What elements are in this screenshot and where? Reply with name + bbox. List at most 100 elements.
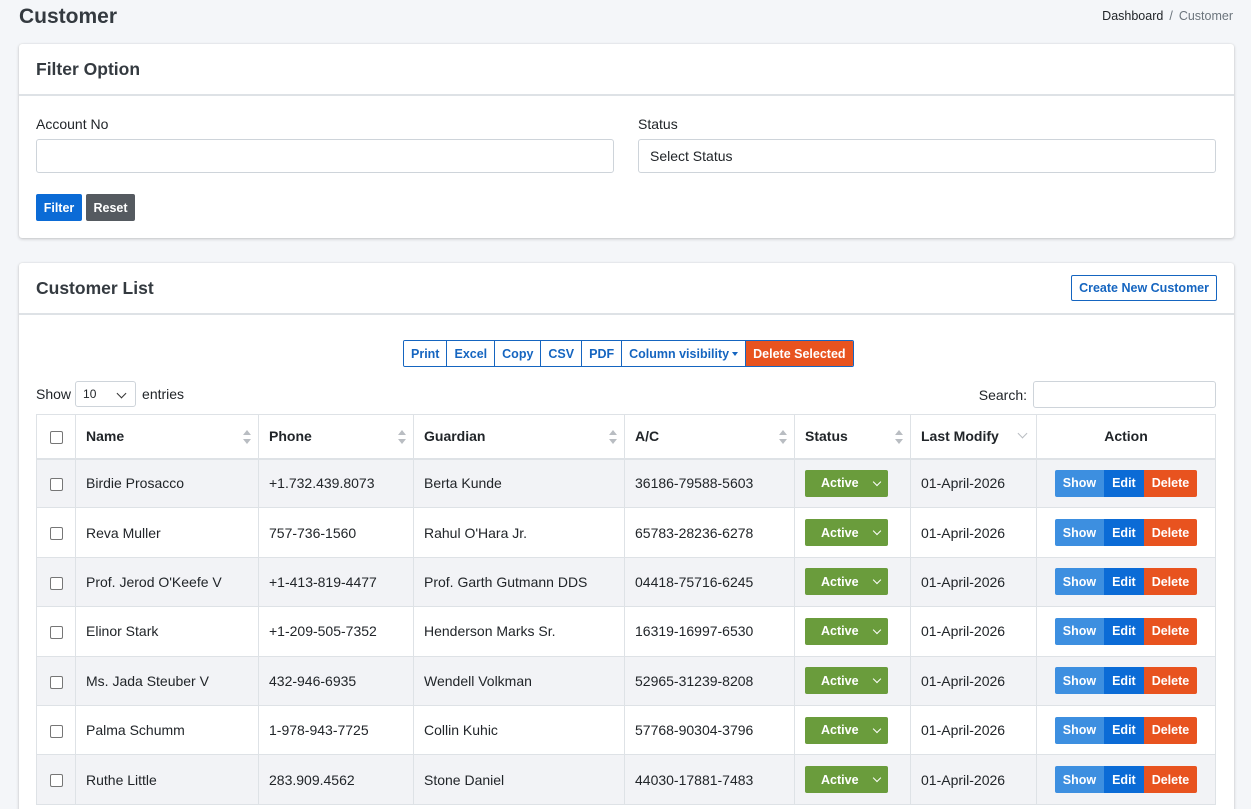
- cell-name: Reva Muller: [75, 507, 259, 558]
- cell-name: Ms. Jada Steuber V: [75, 655, 259, 706]
- cell-last-modify: 01-April-2026: [910, 457, 1037, 509]
- table-row: Ruthe Little 283.909.4562 Stone Daniel 4…: [36, 754, 1216, 805]
- status-label: Status: [638, 116, 678, 132]
- cell-name: Elinor Stark: [75, 606, 259, 657]
- row-checkbox[interactable]: [49, 527, 63, 541]
- select-all-checkbox[interactable]: [49, 431, 63, 445]
- show-button[interactable]: Show: [1054, 519, 1105, 547]
- column-status-label: Status: [805, 428, 848, 445]
- status-value: Active: [821, 673, 859, 688]
- cell-action: Show Edit Delete: [1036, 507, 1216, 558]
- sort-icon: [779, 430, 787, 444]
- column-last-modify-label: Last Modify: [921, 428, 999, 445]
- chevron-down-icon: [872, 724, 882, 733]
- cell-action: Show Edit Delete: [1036, 754, 1216, 805]
- row-checkbox[interactable]: [49, 774, 63, 788]
- edit-button[interactable]: Edit: [1104, 469, 1144, 497]
- breadcrumb-home-link[interactable]: Dashboard: [1102, 9, 1163, 23]
- row-select-cell: [36, 606, 76, 657]
- copy-button[interactable]: Copy: [495, 341, 542, 366]
- column-header-name[interactable]: Name: [75, 414, 259, 460]
- row-checkbox[interactable]: [49, 675, 63, 689]
- csv-button[interactable]: CSV: [541, 341, 583, 366]
- row-checkbox[interactable]: [49, 576, 63, 590]
- cell-action: Show Edit Delete: [1036, 704, 1216, 756]
- row-checkbox[interactable]: [49, 724, 63, 738]
- search-input[interactable]: [1033, 381, 1216, 408]
- page-length-select[interactable]: 10: [75, 381, 137, 407]
- status-dropdown[interactable]: Active: [805, 716, 888, 744]
- show-button[interactable]: Show: [1054, 766, 1105, 794]
- column-header-guardian[interactable]: Guardian: [413, 414, 625, 460]
- cell-phone: +1-413-819-4477: [258, 556, 414, 608]
- filter-card-title: Filter Option: [36, 58, 141, 79]
- edit-button[interactable]: Edit: [1104, 568, 1144, 596]
- print-button[interactable]: Print: [404, 341, 448, 366]
- row-checkbox[interactable]: [49, 478, 63, 492]
- delete-button[interactable]: Delete: [1143, 716, 1198, 744]
- show-button[interactable]: Show: [1054, 469, 1105, 497]
- show-button[interactable]: Show: [1054, 667, 1105, 695]
- cell-action: Show Edit Delete: [1036, 556, 1216, 608]
- table-body: Birdie Prosacco +1.732.439.8073 Berta Ku…: [36, 457, 1216, 805]
- page-title: Customer: [19, 5, 118, 28]
- edit-button[interactable]: Edit: [1104, 667, 1144, 695]
- column-header-phone[interactable]: Phone: [258, 414, 414, 460]
- row-checkbox[interactable]: [49, 626, 63, 640]
- edit-button[interactable]: Edit: [1104, 716, 1144, 744]
- delete-button[interactable]: Delete: [1143, 519, 1198, 547]
- edit-button[interactable]: Edit: [1104, 519, 1144, 547]
- cell-guardian: Wendell Volkman: [413, 655, 625, 706]
- show-button[interactable]: Show: [1054, 617, 1105, 645]
- status-dropdown[interactable]: Active: [805, 766, 888, 794]
- filter-button[interactable]: Filter: [36, 194, 82, 221]
- show-button[interactable]: Show: [1054, 716, 1105, 744]
- table-row: Reva Muller 757-736-1560 Rahul O'Hara Jr…: [36, 507, 1216, 558]
- create-new-customer-button[interactable]: Create New Customer: [1071, 275, 1217, 301]
- cell-status: Active: [794, 754, 911, 805]
- status-dropdown[interactable]: Active: [805, 667, 888, 695]
- column-header-last-modify[interactable]: Last Modify: [910, 414, 1037, 460]
- show-button[interactable]: Show: [1054, 568, 1105, 596]
- cell-guardian: Stone Daniel: [413, 754, 625, 805]
- table-row: Palma Schumm 1-978-943-7725 Collin Kuhic…: [36, 704, 1216, 756]
- status-dropdown[interactable]: Active: [805, 568, 888, 596]
- breadcrumb-separator: /: [1169, 9, 1173, 23]
- cell-phone: 432-946-6935: [258, 655, 414, 706]
- sort-desc-icon: [1017, 428, 1028, 439]
- row-select-cell: [36, 754, 76, 805]
- column-visibility-button[interactable]: Column visibility: [622, 341, 747, 366]
- column-header-status[interactable]: Status: [794, 414, 911, 460]
- delete-selected-button[interactable]: Delete Selected: [746, 341, 853, 366]
- status-select[interactable]: Select Status: [638, 139, 1216, 173]
- row-select-cell: [36, 704, 76, 756]
- chevron-down-icon: [872, 526, 882, 536]
- edit-button[interactable]: Edit: [1104, 766, 1144, 794]
- delete-button[interactable]: Delete: [1143, 568, 1198, 596]
- cell-phone: 757-736-1560: [258, 507, 414, 558]
- cell-phone: +1-209-505-7352: [258, 606, 414, 657]
- status-dropdown[interactable]: Active: [805, 469, 888, 497]
- delete-button[interactable]: Delete: [1143, 766, 1198, 794]
- row-action-group: Show Edit Delete: [1054, 667, 1198, 695]
- delete-button[interactable]: Delete: [1143, 667, 1198, 695]
- pdf-button[interactable]: PDF: [582, 341, 623, 366]
- cell-ac: 04418-75716-6245: [624, 556, 795, 608]
- cell-ac: 44030-17881-7483: [624, 754, 795, 805]
- status-dropdown[interactable]: Active: [805, 617, 888, 645]
- cell-ac: 52965-31239-8208: [624, 655, 795, 706]
- account-no-input[interactable]: [36, 139, 614, 173]
- cell-last-modify: 01-April-2026: [910, 655, 1037, 706]
- caret-down-icon: [732, 351, 739, 356]
- delete-button[interactable]: Delete: [1143, 617, 1198, 645]
- column-header-ac[interactable]: A/C: [624, 414, 795, 460]
- reset-button[interactable]: Reset: [86, 194, 135, 221]
- cell-action: Show Edit Delete: [1036, 606, 1216, 657]
- delete-button[interactable]: Delete: [1143, 469, 1198, 497]
- edit-button[interactable]: Edit: [1104, 617, 1144, 645]
- row-action-group: Show Edit Delete: [1054, 716, 1198, 744]
- table-header-row: Name Phone Guardian A/C Status Last Modi…: [36, 414, 1216, 460]
- excel-button[interactable]: Excel: [447, 341, 496, 366]
- status-dropdown[interactable]: Active: [805, 519, 888, 547]
- search-label: Search:: [978, 386, 1027, 403]
